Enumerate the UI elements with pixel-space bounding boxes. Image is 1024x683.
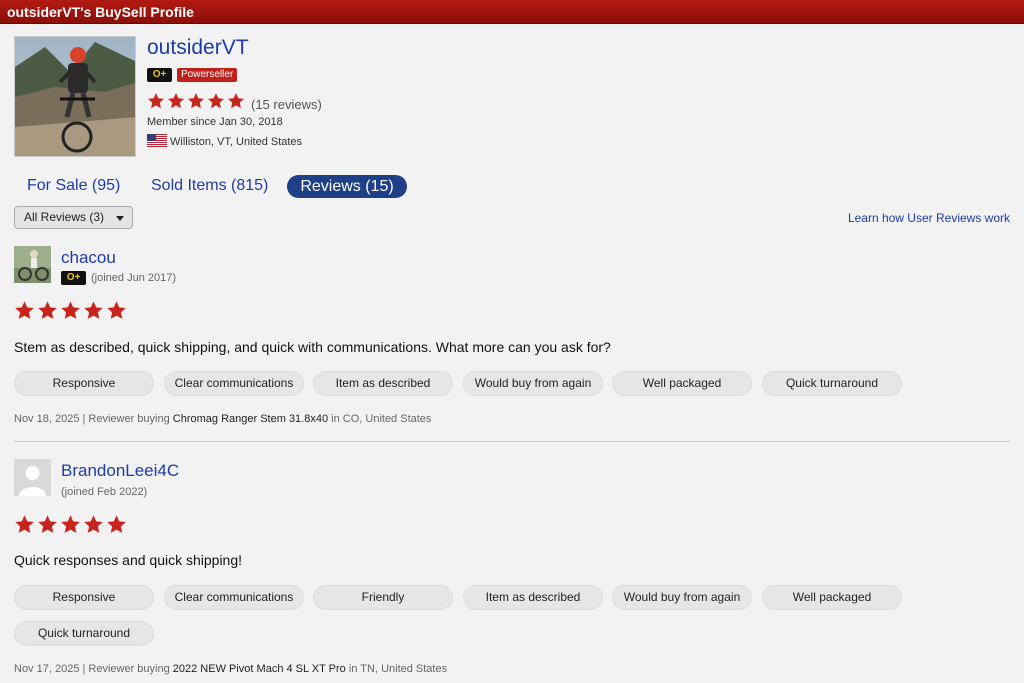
profile-rating-stars	[147, 92, 245, 110]
review-tag-chip: Well packaged	[762, 585, 902, 610]
purchased-item[interactable]: 2022 NEW Pivot Mach 4 SL XT Pro	[173, 663, 346, 675]
review-text: Quick responses and quick shipping!	[14, 552, 243, 568]
chevron-down-icon	[116, 216, 124, 221]
us-flag-icon	[147, 134, 167, 147]
review-tag-chip: Responsive	[14, 585, 154, 610]
review-tag-chip: Item as described	[313, 371, 453, 396]
review-tag-chip: Item as described	[463, 585, 603, 610]
star-icon	[84, 301, 103, 319]
star-icon	[38, 301, 57, 319]
reviewer-name[interactable]: chacou	[61, 248, 116, 268]
review-tag-chip: Quick turnaround	[14, 621, 154, 646]
filter-selected-value: All Reviews (3)	[24, 210, 105, 224]
review-tag-chip: Well packaged	[612, 371, 752, 396]
star-icon	[107, 301, 126, 319]
star-icon	[15, 301, 34, 319]
review-text: Stem as described, quick shipping, and q…	[14, 339, 611, 355]
op-badge: O+	[61, 271, 86, 285]
profile-username[interactable]: outsiderVT	[147, 36, 249, 60]
star-icon	[61, 515, 80, 533]
star-icon	[15, 515, 34, 533]
review-divider	[14, 441, 1010, 442]
review-meta: Nov 18, 2025 | Reviewer buying Chromag R…	[14, 413, 431, 425]
star-icon	[208, 93, 224, 109]
star-icon	[84, 515, 103, 533]
review-location: in TN, United States	[345, 663, 448, 675]
reviewer-joined: (joined Jun 2017)	[91, 272, 177, 284]
star-icon	[61, 301, 80, 319]
learn-reviews-link[interactable]: Learn how User Reviews work	[848, 211, 1010, 225]
reviewer-avatar-placeholder[interactable]	[14, 459, 51, 496]
review-tag-chip: Would buy from again	[463, 371, 603, 396]
reviews-filter-select[interactable]: All Reviews (3)	[14, 206, 133, 229]
review-tag-chip: Clear communications	[164, 585, 304, 610]
review-tag-chip: Would buy from again	[612, 585, 752, 610]
tab-sold-items[interactable]: Sold Items (815)	[151, 177, 268, 195]
purchased-item[interactable]: Chromag Ranger Stem 31.8x40	[173, 413, 328, 425]
review-rating-stars	[14, 300, 127, 321]
star-icon	[107, 515, 126, 533]
powerseller-badge: Powerseller	[177, 68, 238, 82]
reviewer-avatar[interactable]	[14, 246, 51, 283]
profile-photo	[14, 36, 136, 157]
review-date: Nov 18, 2025 | Reviewer buying	[14, 413, 173, 425]
star-icon	[228, 93, 244, 109]
star-icon	[148, 93, 164, 109]
review-tag-chip: Quick turnaround	[762, 371, 902, 396]
review-date: Nov 17, 2025 | Reviewer buying	[14, 663, 173, 675]
member-since: Member since Jan 30, 2018	[147, 116, 283, 128]
review-location: in CO, United States	[328, 413, 432, 425]
op-badge: O+	[147, 68, 172, 82]
star-icon	[168, 93, 184, 109]
page-title: outsiderVT's BuySell Profile	[7, 4, 194, 20]
header-bar: outsiderVT's BuySell Profile	[0, 0, 1024, 24]
review-tag-chip: Friendly	[313, 585, 453, 610]
star-icon	[188, 93, 204, 109]
star-icon	[38, 515, 57, 533]
profile-location: Williston, VT, United States	[170, 136, 303, 148]
review-tag-chip: Responsive	[14, 371, 154, 396]
tab-reviews[interactable]: Reviews (15)	[287, 175, 407, 198]
reviewer-name[interactable]: BrandonLeei4C	[61, 461, 179, 481]
reviewer-joined: (joined Feb 2022)	[61, 486, 148, 498]
review-meta: Nov 17, 2025 | Reviewer buying 2022 NEW …	[14, 663, 447, 675]
tab-for-sale[interactable]: For Sale (95)	[27, 177, 120, 195]
review-count: (15 reviews)	[251, 97, 322, 112]
review-tag-chip: Clear communications	[164, 371, 304, 396]
review-rating-stars	[14, 514, 127, 535]
